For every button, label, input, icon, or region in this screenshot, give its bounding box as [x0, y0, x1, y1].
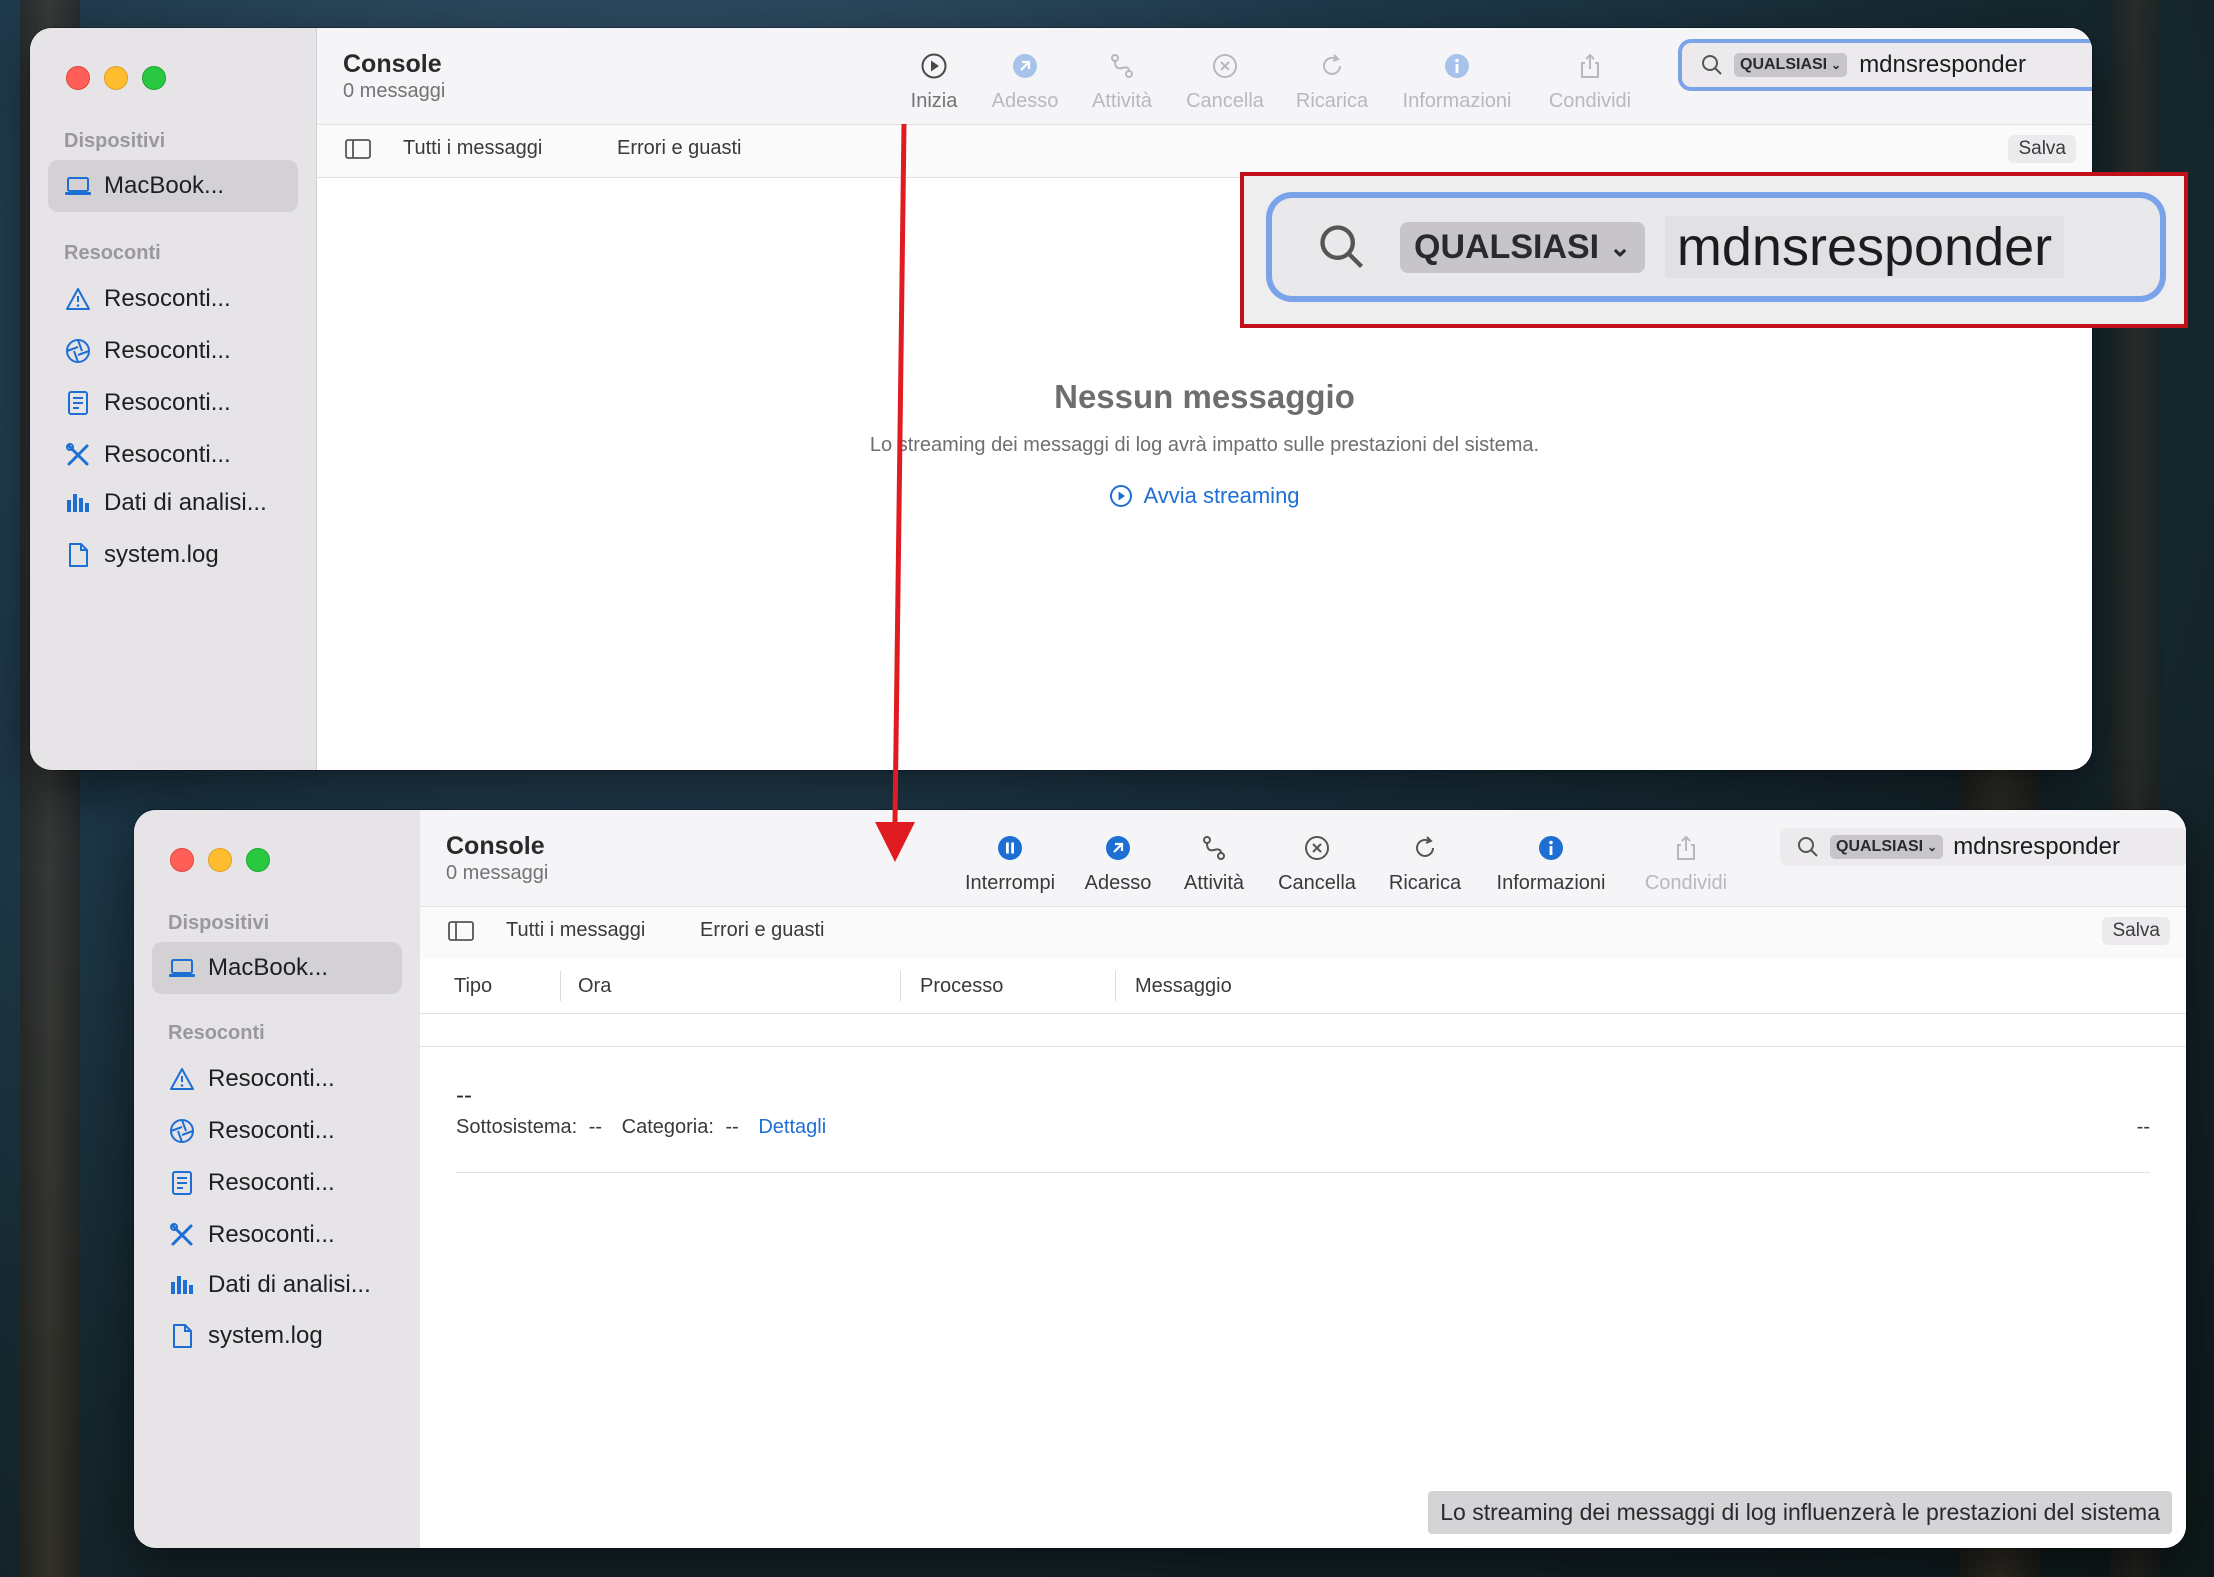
annotation-arrow	[875, 123, 915, 862]
arrow-shaft	[892, 123, 907, 823]
arrow-head	[875, 822, 915, 862]
